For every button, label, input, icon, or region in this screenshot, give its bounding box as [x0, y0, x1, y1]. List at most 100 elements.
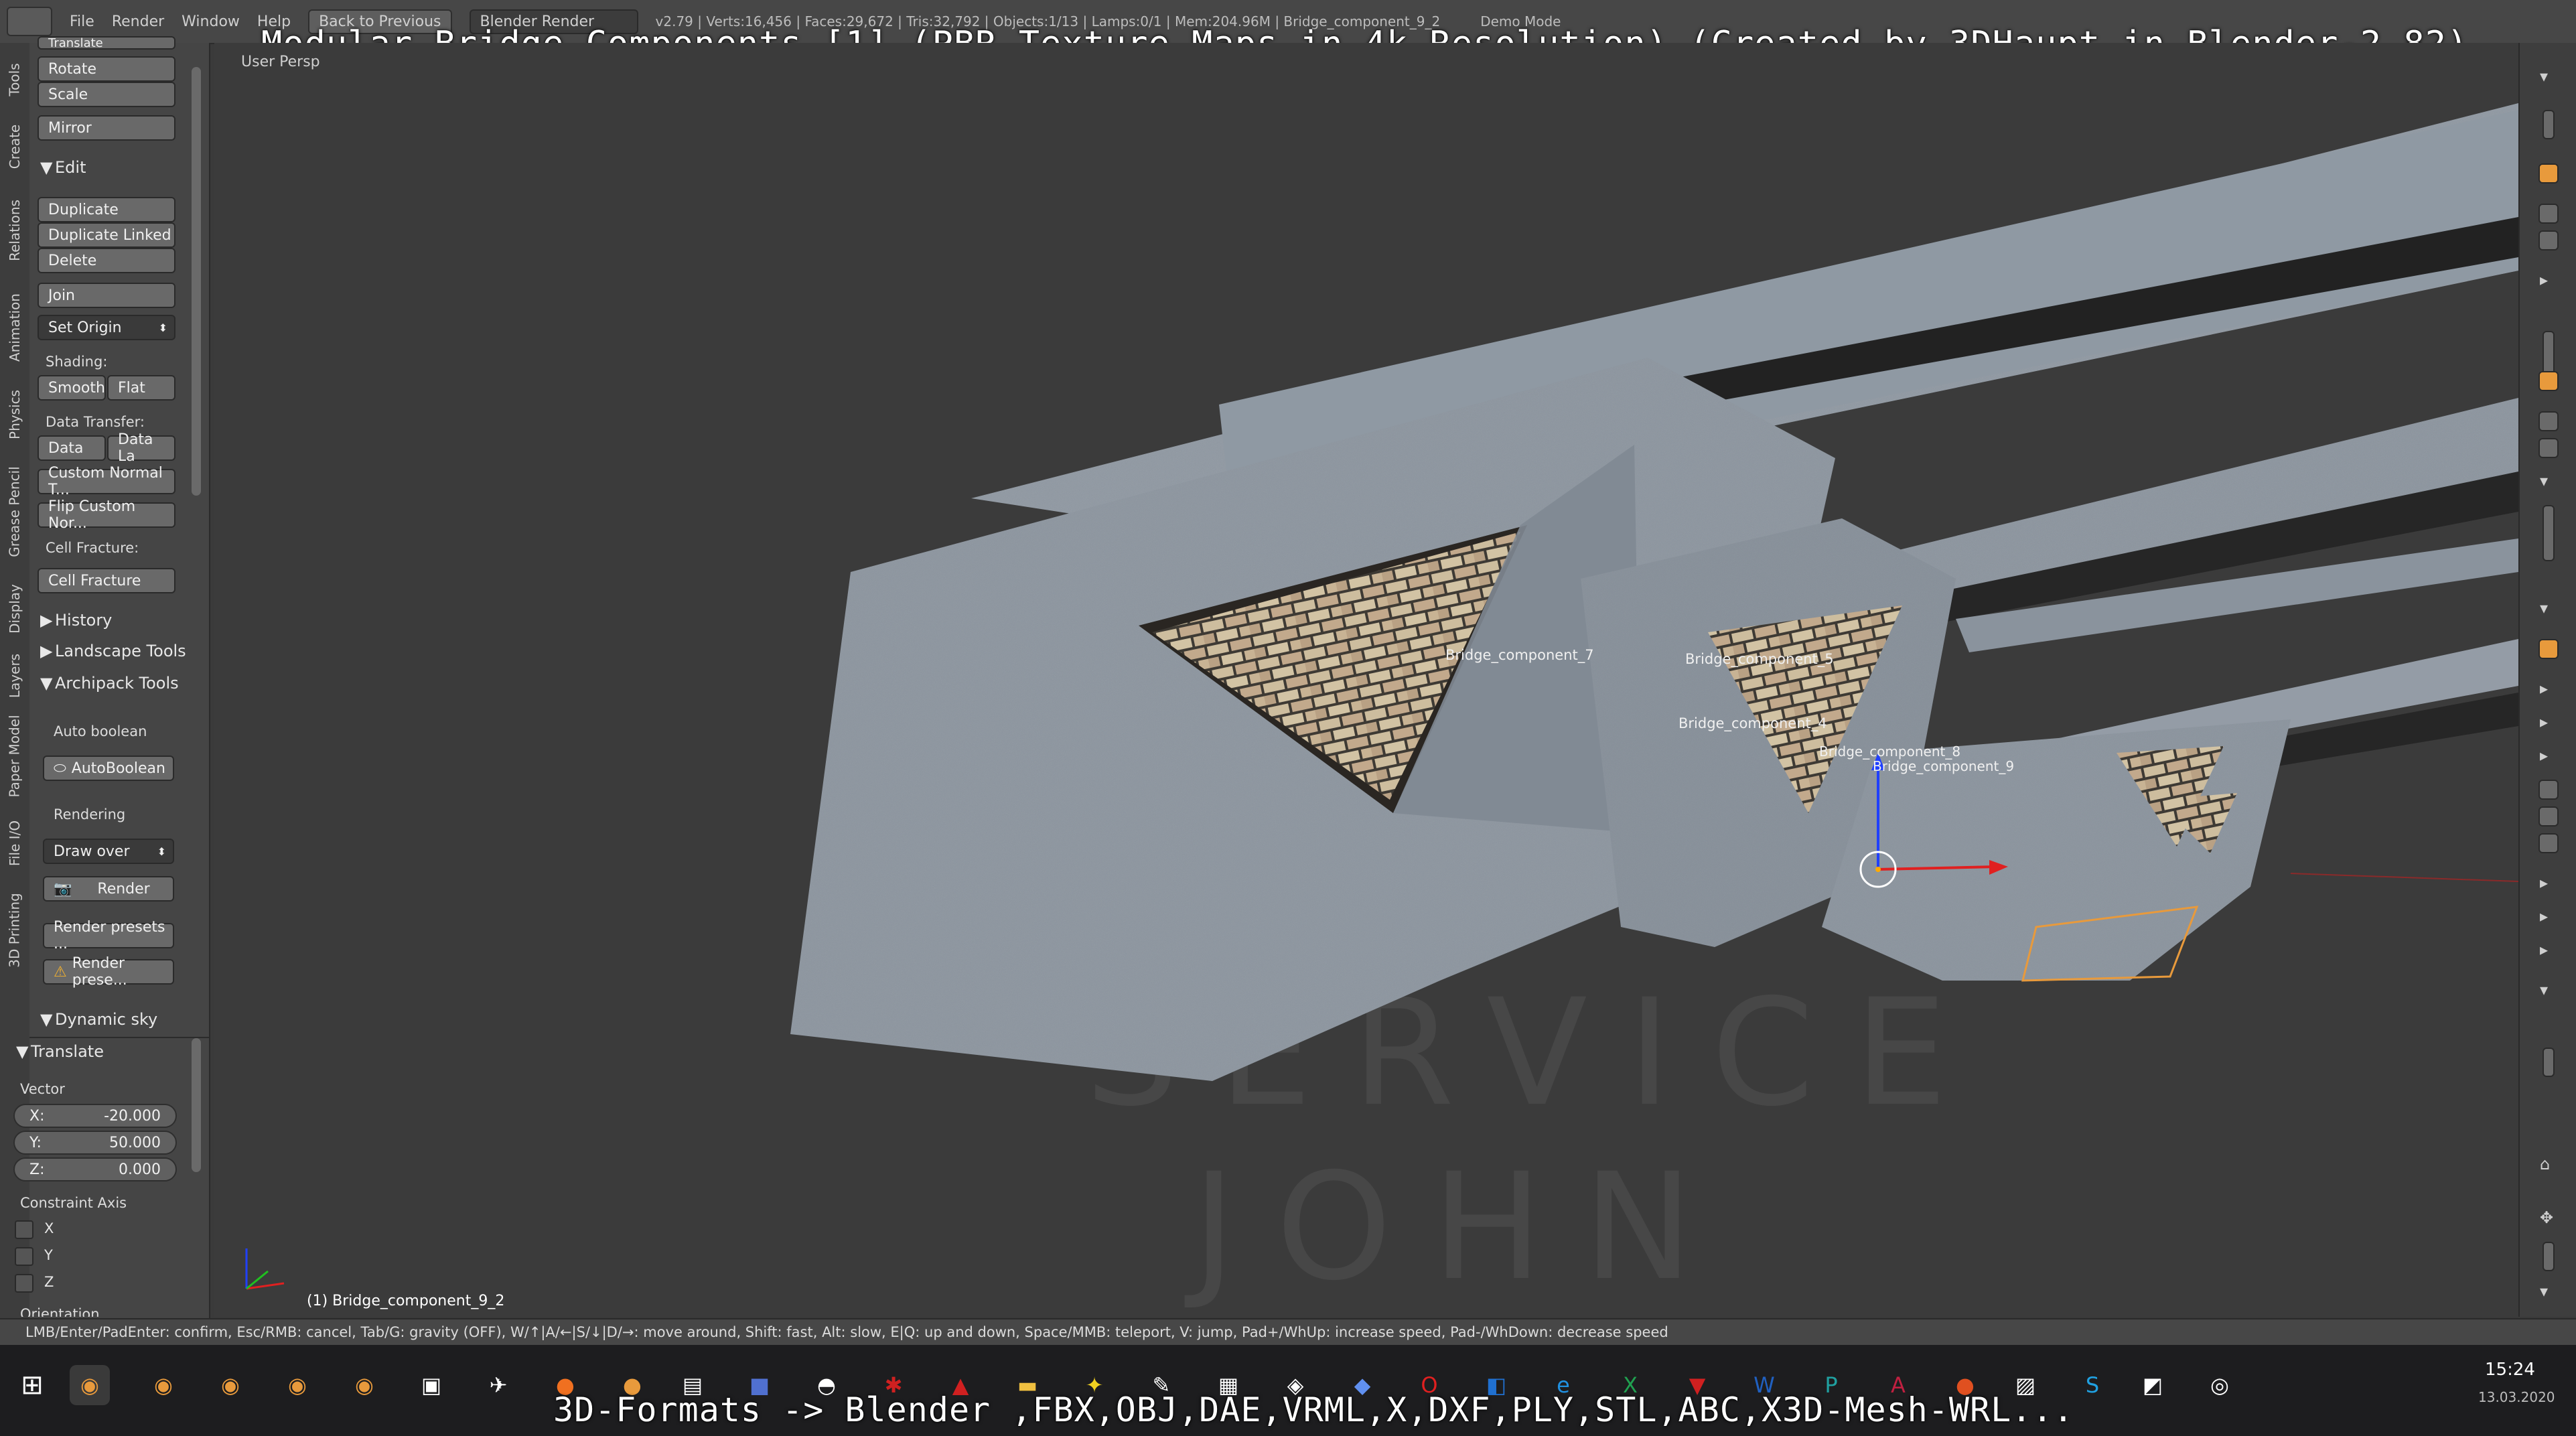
operator-scrollbar[interactable]: [192, 1038, 201, 1172]
3d-viewport[interactable]: User Persp SERVICE JOHN Bridge_component…: [214, 43, 2518, 1317]
render-presets-button[interactable]: ⚠ Render prese...: [43, 955, 174, 989]
toggle-icon[interactable]: [2538, 833, 2559, 853]
tab-physics[interactable]: Physics: [0, 378, 29, 451]
tab-display[interactable]: Display: [0, 572, 29, 646]
chevron-down-icon[interactable]: ▾: [2540, 472, 2548, 490]
toggle-icon[interactable]: [2538, 411, 2559, 431]
tab-file-io[interactable]: File I/O: [0, 806, 29, 880]
scale-button[interactable]: Scale: [38, 82, 175, 107]
duplicate-button[interactable]: Duplicate: [38, 197, 175, 222]
chevron-down-icon[interactable]: ▾: [2540, 67, 2548, 86]
taskbar-date[interactable]: 13.03.2020: [2478, 1389, 2555, 1405]
flat-button[interactable]: Flat: [107, 375, 175, 401]
menu-file[interactable]: File: [70, 13, 94, 30]
blender-icon[interactable]: ◉: [70, 1365, 110, 1405]
scroll-handle[interactable]: [2543, 505, 2555, 561]
cube-icon[interactable]: [2538, 639, 2559, 659]
auto-boolean-button[interactable]: ⬭ AutoBoolean: [43, 756, 174, 781]
constraint-y-checkbox[interactable]: [15, 1247, 33, 1266]
app-icon[interactable]: ✈: [478, 1365, 518, 1405]
orientation-label: Orientation: [20, 1306, 100, 1317]
render-presets-menu[interactable]: Render presets ...: [43, 919, 174, 952]
taskbar-clock[interactable]: 15:24: [2485, 1360, 2535, 1380]
toolshelf-scrollbar[interactable]: [192, 67, 201, 496]
translate-button[interactable]: Translate: [38, 36, 175, 50]
panel-divider: [29, 1037, 209, 1038]
edit-panel-header[interactable]: ▼ Edit: [40, 158, 86, 177]
constraint-z-checkbox[interactable]: [15, 1274, 33, 1293]
blender-icon[interactable]: ◉: [344, 1365, 384, 1405]
scroll-handle[interactable]: [2543, 1242, 2555, 1271]
tab-tools[interactable]: Tools: [0, 50, 29, 110]
vector-y-field[interactable]: Y: 50.000: [13, 1131, 177, 1155]
chevron-right-icon[interactable]: ▸: [2540, 940, 2548, 959]
tab-paper-model[interactable]: Paper Model: [0, 706, 29, 806]
duplicate-linked-button[interactable]: Duplicate Linked: [38, 222, 175, 248]
data-button[interactable]: Data: [38, 435, 106, 461]
tab-relations[interactable]: Relations: [0, 184, 29, 277]
toggle-icon[interactable]: [2538, 780, 2559, 800]
skype-icon[interactable]: S: [2072, 1365, 2113, 1405]
set-origin-menu[interactable]: Set Origin ⬍: [38, 315, 175, 340]
app-icon[interactable]: ◩: [2133, 1365, 2173, 1405]
toggle-icon[interactable]: [2538, 806, 2559, 827]
vector-z-field[interactable]: Z: 0.000: [13, 1157, 177, 1181]
collapse-icon: ▼: [40, 674, 53, 693]
blender-icon[interactable]: ◉: [210, 1365, 251, 1405]
dynamic-sky-header[interactable]: ▼ Dynamic sky: [40, 1010, 157, 1029]
menu-window[interactable]: Window: [182, 13, 240, 30]
toggle-icon[interactable]: [2538, 438, 2559, 458]
editor-type-button[interactable]: [7, 7, 52, 36]
archipack-tools-header[interactable]: ▼ Archipack Tools: [40, 674, 179, 693]
mirror-button[interactable]: Mirror: [38, 115, 175, 141]
flip-custom-normals-button[interactable]: Flip Custom Nor...: [38, 498, 175, 532]
move-icon[interactable]: ✥: [2540, 1208, 2553, 1227]
rotate-button[interactable]: Rotate: [38, 56, 175, 82]
tab-layers[interactable]: Layers: [0, 646, 29, 706]
menu-render[interactable]: Render: [112, 13, 164, 30]
cube-icon[interactable]: [2538, 163, 2559, 184]
tab-create[interactable]: Create: [0, 110, 29, 184]
axis-navigator: [245, 1248, 285, 1290]
constraint-x-checkbox[interactable]: [15, 1220, 33, 1239]
chevron-right-icon[interactable]: ▸: [2540, 679, 2548, 698]
tab-3d-printing[interactable]: 3D Printing: [0, 880, 29, 981]
lock-icon[interactable]: ⌂: [2540, 1155, 2550, 1173]
draw-over-select[interactable]: Draw over ⬍: [43, 839, 174, 864]
cell-fracture-button[interactable]: Cell Fracture: [38, 568, 175, 593]
obs-icon[interactable]: ◎: [2200, 1365, 2240, 1405]
toggle-icon[interactable]: [2538, 230, 2559, 250]
delete-button[interactable]: Delete: [38, 248, 175, 273]
constraint-x-label: X: [44, 1220, 54, 1236]
tab-animation[interactable]: Animation: [0, 277, 29, 378]
blender-icon[interactable]: ◉: [277, 1365, 317, 1405]
scroll-handle[interactable]: [2543, 1048, 2555, 1077]
tab-grease-pencil[interactable]: Grease Pencil: [0, 451, 29, 572]
cube-icon[interactable]: [2538, 371, 2559, 391]
chevron-right-icon[interactable]: ▸: [2540, 873, 2548, 892]
blender-icon[interactable]: ◉: [143, 1365, 184, 1405]
rendering-label: Rendering: [54, 806, 126, 822]
scroll-handle[interactable]: [2543, 110, 2555, 139]
data-layout-button[interactable]: Data La: [107, 431, 175, 465]
history-panel-header[interactable]: ▶ History: [40, 611, 112, 630]
chevron-down-icon[interactable]: ▸: [2540, 271, 2548, 289]
chevron-right-icon[interactable]: ▸: [2540, 907, 2548, 926]
collapse-icon: ▼: [16, 1042, 29, 1061]
landscape-tools-header[interactable]: ▶ Landscape Tools: [40, 642, 186, 660]
app-icon[interactable]: ▣: [411, 1365, 451, 1405]
smooth-button[interactable]: Smooth: [38, 375, 106, 401]
render-button[interactable]: 📷 Render: [43, 876, 174, 902]
chevron-down-icon[interactable]: ▾: [2540, 1282, 2548, 1301]
operator-translate-header[interactable]: ▼ Translate: [16, 1042, 104, 1061]
formats-overlay: 3D-Formats -> Blender ,FBX,OBJ,DAE,VRML,…: [553, 1390, 2074, 1429]
chevron-right-icon[interactable]: ▸: [2540, 713, 2548, 731]
chevron-right-icon[interactable]: ▸: [2540, 746, 2548, 765]
chevron-down-icon[interactable]: ▾: [2540, 599, 2548, 618]
windows-start-icon[interactable]: ⊞: [12, 1365, 52, 1405]
chevron-down-icon[interactable]: ▾: [2540, 981, 2548, 999]
custom-normal-button[interactable]: Custom Normal T...: [38, 465, 175, 498]
join-button[interactable]: Join: [38, 283, 175, 308]
toggle-icon[interactable]: [2538, 204, 2559, 224]
vector-x-field[interactable]: X: -20.000: [13, 1104, 177, 1128]
